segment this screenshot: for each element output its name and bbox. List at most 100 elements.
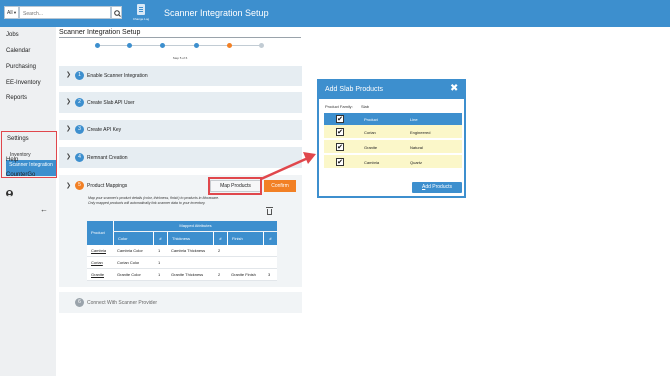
step-panel-1[interactable]: ❯ 1 Enable Scanner Integration [59, 66, 302, 86]
product-family-label: Product Family: [325, 104, 353, 109]
chevron-right-icon: ❯ [66, 99, 72, 105]
step-number: 2 [75, 98, 84, 107]
product-link[interactable]: Corian [91, 258, 103, 268]
number-cell: 1 [158, 272, 161, 277]
column-header-thickness: Thickness [167, 232, 213, 245]
line-cell: Natural [410, 145, 423, 150]
table-row[interactable]: ✔ Corian Engineered [324, 125, 462, 139]
step-title: Connect With Scanner Provider [87, 300, 158, 306]
number-cell: 1 [158, 260, 161, 265]
change-log-button[interactable]: Change Log [131, 4, 151, 25]
step-panel-3[interactable]: ❯ 3 Create API Key [59, 120, 302, 140]
step-panel-4[interactable]: ❯ 4 Remnant Creation [59, 147, 302, 168]
step-indicator: Step 5 of 6 [172, 56, 188, 60]
change-log-icon [137, 4, 145, 15]
table-row [87, 257, 277, 269]
row-checkbox[interactable]: ✔ [336, 128, 344, 136]
column-header-mapped-attributes: Mapped Attributes [113, 221, 277, 231]
table-row[interactable]: ✔ Cambria Quartz [324, 155, 462, 169]
step-title: Create Slab API User [87, 100, 135, 106]
finish-cell: Granite Finish [231, 272, 256, 277]
stepper-dot[interactable] [160, 43, 165, 48]
stepper-dot[interactable] [194, 43, 199, 48]
sidebar-item-purchasing[interactable]: Purchasing [6, 64, 36, 70]
sidebar: Jobs Calendar Purchasing EE-Inventory Re… [0, 27, 57, 376]
add-products-label: dd Products [425, 184, 453, 190]
collapse-arrow-icon[interactable]: ← [40, 205, 48, 214]
sidebar-item-jobs[interactable]: Jobs [6, 32, 19, 38]
title-divider [59, 37, 301, 38]
stepper-dot-upcoming[interactable] [259, 43, 264, 48]
step-title: Enable Scanner Integration [87, 73, 148, 79]
add-products-button[interactable]: Add Products [412, 182, 462, 193]
product-link[interactable]: Granite [91, 270, 104, 280]
search-input[interactable] [19, 6, 111, 19]
step-number: 6 [75, 298, 84, 307]
row-checkbox[interactable]: ✔ [336, 143, 344, 151]
column-header-product: Product [87, 221, 113, 245]
table-row[interactable]: ✔ Granite Natural [324, 140, 462, 154]
search-scope-select[interactable]: All ▼ [4, 6, 19, 19]
sidebar-item-calendar[interactable]: Calendar [6, 48, 30, 54]
page-title: Scanner Integration Setup [59, 29, 141, 36]
color-cell: Granite Color [117, 272, 141, 277]
step-number: 5 [75, 181, 84, 190]
sidebar-item-ee-inventory[interactable]: EE-Inventory [6, 80, 41, 86]
modal-title: Add Slab Products [325, 86, 383, 93]
stepper-track [97, 45, 262, 46]
number-cell: 1 [158, 248, 161, 253]
product-cell: Cambria [364, 160, 380, 165]
settings-group-highlight: Settings Inventory Scanner Integration [1, 131, 57, 178]
step-title: Remnant Creation [87, 155, 128, 161]
column-header-product: Product [364, 117, 378, 122]
chevron-right-icon: ❯ [66, 154, 72, 160]
stepper-dot-current[interactable] [227, 43, 232, 48]
line-cell: Quartz [410, 160, 423, 165]
search-icon [114, 10, 121, 17]
confirm-button[interactable]: Confirm [264, 180, 296, 192]
number-cell: 2 [218, 248, 221, 253]
add-slab-products-modal: Add Slab Products ✖ Product Family: Slab… [317, 79, 466, 198]
product-cell: Corian [364, 130, 376, 135]
step-title: Create API Key [87, 127, 122, 133]
row-checkbox[interactable]: ✔ [336, 158, 344, 166]
table-header: ✔ Product Line [324, 113, 462, 125]
close-icon[interactable]: ✖ [450, 84, 458, 94]
user-icon[interactable] [6, 190, 13, 197]
chevron-down-icon[interactable]: ❯ [66, 182, 71, 189]
product-link[interactable]: Cambria [91, 246, 106, 256]
column-header-finish: Finish [227, 232, 263, 245]
trash-icon[interactable] [266, 207, 273, 215]
column-header-line: Line [410, 117, 418, 122]
mapping-instructions: Map your scanner's product details (colo… [88, 196, 220, 200]
step-panel-6[interactable]: 6 Connect With Scanner Provider [59, 292, 302, 313]
sidebar-item-reports[interactable]: Reports [6, 95, 27, 101]
step-number: 1 [75, 71, 84, 80]
product-cell: Granite [364, 145, 378, 150]
map-products-highlight [208, 177, 262, 195]
chevron-right-icon: ❯ [66, 126, 72, 132]
thickness-cell: Granite Thickness [171, 272, 204, 277]
stepper-dot[interactable] [127, 43, 132, 48]
app-title: Scanner Integration Setup [164, 8, 269, 18]
column-header-color: Color [113, 232, 153, 245]
sidebar-item-settings[interactable]: Settings [7, 136, 29, 142]
top-bar: All ▼ Change Log Scanner Integration Set… [0, 0, 670, 27]
color-cell: Corian Color [117, 260, 140, 265]
select-all-checkbox[interactable]: ✔ [336, 115, 344, 123]
number-cell: 3 [268, 272, 271, 277]
step-number: 3 [75, 125, 84, 134]
chevron-down-icon: ▼ [13, 10, 17, 15]
modal-header: Add Slab Products ✖ [319, 81, 464, 99]
sidebar-item-help[interactable]: Help [6, 157, 18, 163]
stepper-dot[interactable] [95, 43, 100, 48]
product-family-value: Slab [361, 104, 370, 109]
sidebar-item-countergo[interactable]: CounterGo [6, 172, 35, 178]
step-title: Product Mappings [87, 183, 128, 189]
scope-select-value: All [7, 10, 13, 16]
search-button[interactable] [111, 6, 122, 19]
color-cell: Cambria Color [117, 248, 143, 253]
mapping-instructions: Only mapped products will automatically … [88, 201, 206, 205]
number-cell: 2 [218, 272, 221, 277]
step-panel-2[interactable]: ❯ 2 Create Slab API User [59, 92, 302, 113]
